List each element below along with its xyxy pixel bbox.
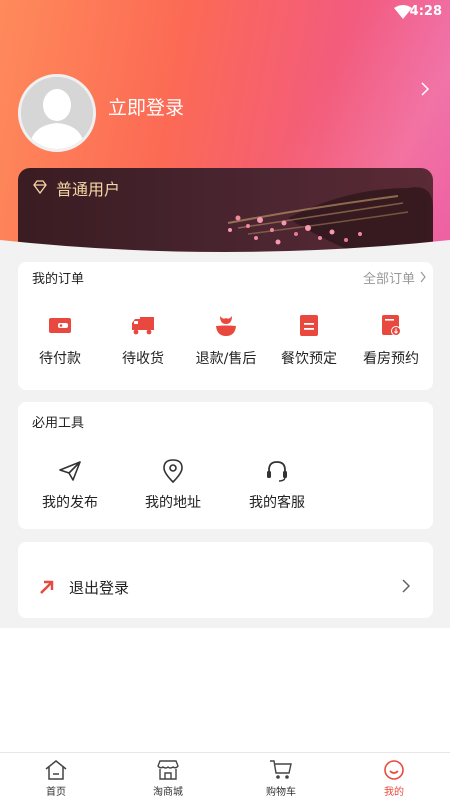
tools-panel: 必用工具 我的发布 我的地址 我的客服 — [18, 402, 433, 529]
tab-cart[interactable]: 购物车 — [236, 759, 326, 798]
refund-icon — [216, 316, 236, 336]
orders-panel: 我的订单 全部订单 待付款 待收货 退款/售后 餐饮预定 看房预约 — [18, 262, 433, 390]
arrow-up-right-icon — [40, 580, 54, 594]
cart-icon — [270, 760, 292, 779]
tab-label: 我的 — [384, 787, 404, 798]
order-house-viewing[interactable]: 看房预约 — [349, 312, 433, 368]
tab-profile[interactable]: 我的 — [349, 759, 439, 798]
logout-panel[interactable]: 退出登录 — [18, 542, 433, 618]
tools-title: 必用工具 — [32, 416, 85, 431]
store-icon — [157, 760, 179, 780]
tab-label: 首页 — [46, 787, 66, 798]
member-level: 普通用户 — [56, 180, 121, 199]
profile-icon — [384, 760, 404, 780]
wallet-icon — [49, 318, 71, 333]
status-time: 4:28 — [409, 4, 442, 19]
order-pending-payment[interactable]: 待付款 — [18, 312, 102, 368]
bottom-tab-bar: 首页 淘商城 购物车 我的 — [0, 752, 450, 800]
truck-icon — [132, 317, 154, 335]
order-item-label: 待收货 — [122, 351, 164, 367]
logout-label: 退出登录 — [69, 579, 130, 597]
order-item-label: 餐饮预定 — [281, 351, 337, 367]
tool-my-posts[interactable]: 我的发布 — [25, 458, 115, 512]
tab-label: 购物车 — [266, 787, 296, 798]
dining-icon — [300, 315, 318, 336]
avatar[interactable] — [18, 74, 96, 152]
order-pending-receipt[interactable]: 待收货 — [101, 312, 185, 368]
send-icon — [59, 461, 81, 481]
chevron-right-icon[interactable] — [418, 80, 432, 98]
house-booking-icon — [382, 315, 401, 336]
order-dining-booking[interactable]: 餐饮预定 — [267, 312, 351, 368]
tool-customer-service[interactable]: 我的客服 — [232, 458, 322, 512]
tool-my-address[interactable]: 我的地址 — [128, 458, 218, 512]
order-item-label: 待付款 — [39, 351, 81, 367]
headset-icon — [267, 461, 287, 482]
location-icon — [163, 459, 183, 484]
default-avatar-icon — [21, 77, 93, 149]
order-refund[interactable]: 退款/售后 — [184, 312, 268, 368]
tool-item-label: 我的客服 — [249, 495, 305, 511]
chevron-right-icon — [402, 579, 411, 593]
diamond-icon — [33, 180, 47, 195]
order-item-label: 退款/售后 — [195, 351, 257, 367]
chevron-right-icon[interactable] — [419, 271, 427, 283]
tool-item-label: 我的地址 — [145, 495, 201, 511]
home-icon — [45, 760, 67, 780]
tool-item-label: 我的发布 — [42, 495, 98, 511]
tab-home[interactable]: 首页 — [11, 759, 101, 798]
tab-label: 淘商城 — [153, 787, 183, 798]
tab-store[interactable]: 淘商城 — [123, 759, 213, 798]
status-bar: 4:28 — [0, 0, 450, 26]
orders-title: 我的订单 — [32, 272, 85, 287]
order-item-label: 看房预约 — [363, 351, 419, 367]
all-orders-link[interactable]: 全部订单 — [363, 268, 415, 287]
login-link[interactable]: 立即登录 — [108, 93, 184, 120]
